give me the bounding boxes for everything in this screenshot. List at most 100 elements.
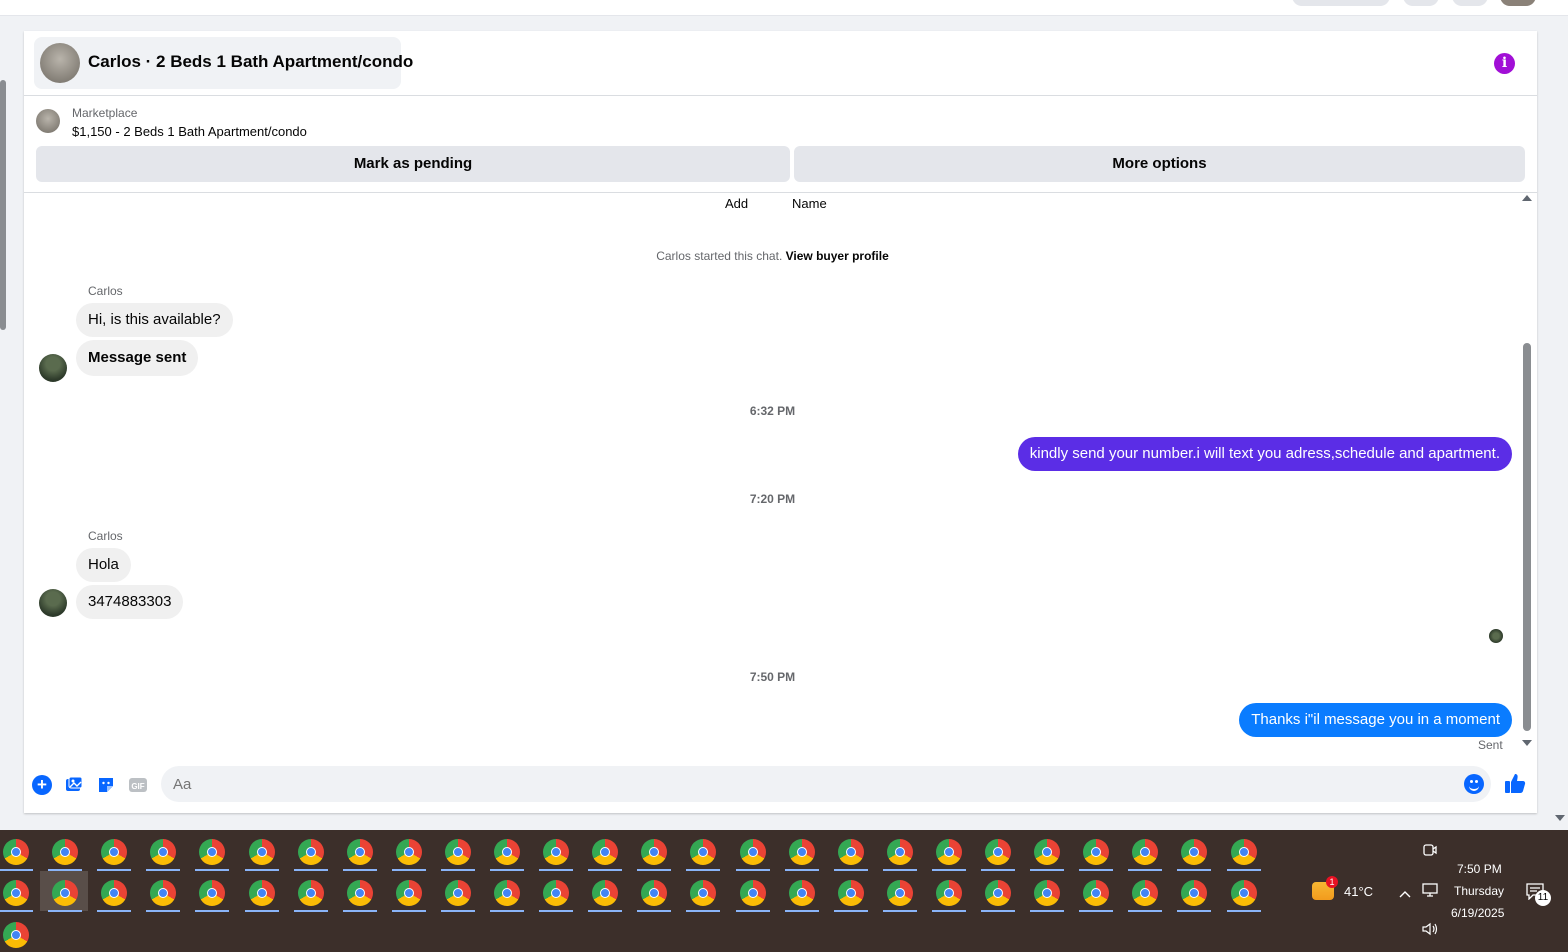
weather-widget[interactable]: 1 41°C bbox=[1312, 876, 1384, 904]
show-hidden-icons-chevron-icon[interactable] bbox=[1399, 886, 1411, 904]
nav-profile-avatar[interactable] bbox=[1500, 0, 1536, 6]
thread-scrollbar-thumb[interactable] bbox=[1523, 343, 1531, 731]
incoming-message[interactable]: Hola bbox=[76, 548, 131, 582]
sender-avatar[interactable] bbox=[39, 589, 67, 617]
chrome-profile-taskbar-icon[interactable] bbox=[1132, 839, 1159, 865]
taskbar-running-indicator bbox=[1128, 869, 1163, 871]
chrome-profile-taskbar-icon[interactable] bbox=[297, 880, 324, 906]
listing-thumbnail[interactable] bbox=[36, 109, 60, 133]
chrome-profile-taskbar-icon[interactable] bbox=[739, 880, 766, 906]
chrome-profile-taskbar-icon[interactable] bbox=[444, 839, 471, 865]
chrome-profile-taskbar-icon[interactable] bbox=[101, 839, 128, 865]
meet-now-icon[interactable] bbox=[1422, 842, 1438, 863]
chrome-profile-taskbar-icon[interactable] bbox=[935, 839, 962, 865]
chrome-profile-taskbar-icon[interactable] bbox=[248, 880, 275, 906]
thread-scrollbar[interactable] bbox=[1520, 193, 1534, 756]
thumbs-up-icon[interactable] bbox=[1504, 772, 1526, 800]
chrome-profile-taskbar-icon[interactable] bbox=[788, 839, 815, 865]
photo-icon[interactable] bbox=[64, 775, 84, 795]
chrome-profile-taskbar-icon[interactable] bbox=[199, 839, 226, 865]
chrome-profile-taskbar-icon[interactable] bbox=[935, 880, 962, 906]
chrome-profile-taskbar-icon[interactable] bbox=[788, 880, 815, 906]
listing-price-title[interactable]: $1,150 - 2 Beds 1 Bath Apartment/condo bbox=[72, 124, 307, 139]
chrome-profile-taskbar-icon[interactable] bbox=[494, 839, 520, 865]
scroll-up-arrow-icon[interactable] bbox=[1522, 195, 1532, 201]
chrome-profile-taskbar-icon[interactable] bbox=[346, 880, 373, 906]
chrome-profile-taskbar-icon[interactable] bbox=[690, 839, 717, 865]
gif-icon[interactable]: GIF bbox=[128, 775, 148, 795]
chrome-profile-taskbar-icon[interactable] bbox=[101, 880, 128, 906]
taskbar-running-indicator bbox=[784, 910, 819, 912]
chrome-profile-taskbar-icon[interactable] bbox=[395, 880, 422, 906]
chrome-profile-taskbar-icon[interactable] bbox=[1034, 839, 1061, 865]
chrome-profile-taskbar-icon[interactable] bbox=[444, 880, 471, 906]
nav-search-pill[interactable] bbox=[1292, 0, 1390, 6]
chrome-profile-taskbar-icon[interactable] bbox=[3, 839, 29, 865]
chrome-profile-taskbar-icon[interactable] bbox=[1181, 839, 1208, 865]
mark-as-pending-button[interactable]: Mark as pending bbox=[36, 146, 790, 182]
network-icon[interactable] bbox=[1422, 883, 1438, 902]
outgoing-message[interactable]: kindly send your number.i will text you … bbox=[1017, 437, 1512, 471]
chrome-profile-taskbar-icon[interactable] bbox=[886, 880, 913, 906]
more-options-button[interactable]: More options bbox=[794, 146, 1525, 182]
listing-category: Marketplace bbox=[72, 106, 138, 120]
view-buyer-profile-link[interactable]: View buyer profile bbox=[786, 249, 889, 263]
chrome-profile-taskbar-icon[interactable] bbox=[1181, 880, 1208, 906]
chrome-profile-taskbar-icon[interactable] bbox=[1083, 839, 1110, 865]
taskbar-running-indicator bbox=[293, 910, 328, 912]
incoming-message[interactable]: Hi, is this available? bbox=[76, 303, 233, 337]
page-scrollbar-thumb[interactable] bbox=[0, 80, 6, 330]
clock[interactable]: 7:50 PM Thursday 6/19/2025 bbox=[1446, 860, 1510, 920]
volume-icon[interactable] bbox=[1421, 922, 1439, 941]
chrome-profile-taskbar-icon[interactable] bbox=[837, 880, 864, 906]
chrome-profile-taskbar-icon[interactable] bbox=[1034, 880, 1061, 906]
incoming-message[interactable]: Message sent bbox=[76, 340, 199, 376]
sticker-icon[interactable] bbox=[96, 775, 116, 795]
chrome-profile-taskbar-icon[interactable] bbox=[395, 839, 422, 865]
chrome-profile-taskbar-icon[interactable] bbox=[3, 880, 29, 906]
taskbar-running-indicator bbox=[833, 910, 868, 912]
emoji-icon[interactable] bbox=[1464, 774, 1484, 794]
outgoing-message[interactable]: Thanks i"il message you in a moment bbox=[1239, 703, 1512, 737]
chrome-profile-taskbar-icon[interactable] bbox=[543, 839, 570, 865]
incoming-message[interactable]: 3474883303 bbox=[76, 585, 184, 619]
chrome-profile-taskbar-icon[interactable] bbox=[641, 839, 668, 865]
chrome-profile-taskbar-icon[interactable] bbox=[346, 839, 373, 865]
chrome-profile-taskbar-icon[interactable] bbox=[886, 839, 913, 865]
conversation-title: Carlos · 2 Beds 1 Bath Apartment/condo bbox=[88, 52, 414, 71]
chrome-profile-taskbar-icon[interactable] bbox=[494, 880, 520, 906]
chrome-profile-taskbar-icon[interactable] bbox=[1230, 880, 1257, 906]
chrome-profile-taskbar-icon[interactable] bbox=[592, 839, 619, 865]
chrome-profile-taskbar-icon[interactable] bbox=[985, 839, 1011, 865]
chrome-profile-taskbar-icon[interactable] bbox=[641, 880, 668, 906]
chrome-profile-taskbar-icon[interactable] bbox=[248, 839, 275, 865]
chrome-profile-taskbar-icon[interactable] bbox=[150, 839, 177, 865]
chrome-profile-taskbar-icon[interactable] bbox=[1083, 880, 1110, 906]
sender-avatar[interactable] bbox=[39, 354, 67, 382]
nav-notifications-button[interactable] bbox=[1452, 0, 1488, 6]
chrome-pinned-taskbar-icon[interactable] bbox=[3, 922, 29, 948]
taskbar-running-indicator bbox=[195, 910, 230, 912]
chrome-profile-taskbar-icon[interactable] bbox=[739, 839, 766, 865]
chrome-profile-taskbar-icon[interactable] bbox=[1230, 839, 1257, 865]
conversation-title-button[interactable]: Carlos · 2 Beds 1 Bath Apartment/condo bbox=[34, 37, 413, 89]
notifications-icon[interactable]: 11 bbox=[1525, 882, 1551, 908]
chrome-profile-taskbar-icon[interactable] bbox=[985, 880, 1011, 906]
chrome-profile-taskbar-icon[interactable] bbox=[592, 880, 619, 906]
page-scroll-down-arrow-icon[interactable] bbox=[1555, 815, 1565, 821]
scroll-down-arrow-icon[interactable] bbox=[1522, 740, 1532, 746]
nav-menu-button[interactable] bbox=[1403, 0, 1439, 6]
chrome-profile-taskbar-icon[interactable] bbox=[1132, 880, 1159, 906]
chrome-profile-taskbar-icon[interactable] bbox=[690, 880, 717, 906]
chrome-profile-taskbar-icon[interactable] bbox=[837, 839, 864, 865]
chrome-profile-taskbar-icon[interactable] bbox=[543, 880, 570, 906]
taskbar-running-indicator bbox=[539, 869, 574, 871]
chrome-profile-taskbar-icon[interactable] bbox=[199, 880, 226, 906]
info-icon[interactable]: i bbox=[1494, 53, 1515, 74]
chrome-profile-taskbar-icon[interactable] bbox=[150, 880, 177, 906]
message-input[interactable] bbox=[161, 766, 1491, 802]
chrome-profile-taskbar-icon[interactable] bbox=[297, 839, 324, 865]
plus-icon[interactable]: + bbox=[32, 775, 52, 795]
chrome-profile-taskbar-icon[interactable] bbox=[52, 880, 79, 906]
chrome-profile-taskbar-icon[interactable] bbox=[52, 839, 79, 865]
